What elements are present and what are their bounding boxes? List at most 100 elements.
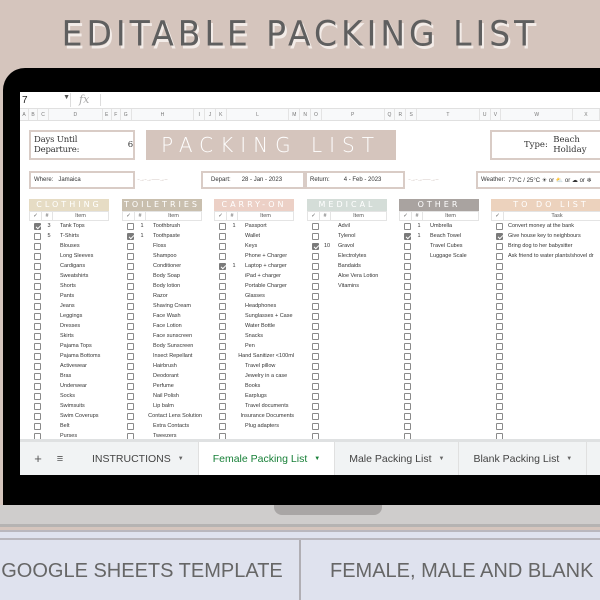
checkbox[interactable] — [496, 382, 503, 390]
column-header[interactable]: V — [491, 109, 502, 120]
column-header[interactable]: B — [29, 109, 39, 120]
add-sheet-icon[interactable]: + — [26, 451, 50, 466]
checkbox[interactable] — [127, 412, 134, 420]
item-quantity[interactable]: 1 — [414, 223, 424, 229]
item-name[interactable]: Gravol — [338, 243, 354, 249]
item-name[interactable]: T-Shirts — [60, 233, 79, 239]
column-header[interactable]: I — [194, 109, 206, 120]
item-quantity[interactable]: 1 — [229, 223, 239, 229]
item-name[interactable]: Blouses — [60, 243, 80, 249]
checkbox[interactable] — [127, 332, 134, 340]
column-header[interactable]: R — [395, 109, 407, 120]
column-header[interactable]: M — [289, 109, 301, 120]
chevron-down-icon[interactable]: ▼ — [63, 94, 70, 101]
checkbox[interactable] — [496, 362, 503, 370]
cell-reference-box[interactable]: 7 ▼ — [20, 94, 70, 106]
item-name[interactable]: Pajama Bottoms — [60, 353, 100, 359]
checkbox[interactable] — [34, 372, 41, 380]
checkbox[interactable] — [127, 262, 134, 270]
task-text[interactable]: Give house key to neighbours — [508, 233, 581, 239]
item-name[interactable]: Shampoo — [153, 253, 177, 259]
item-name[interactable]: Insect Repellant — [153, 353, 192, 359]
checkbox[interactable] — [219, 402, 226, 410]
checkbox[interactable] — [127, 322, 134, 330]
item-name[interactable]: Cardigans — [60, 263, 85, 269]
weather-field[interactable]: Weather: 77°C / 25°C ☀ or ⛅ or ☁ or ❄ — [476, 171, 600, 189]
checkbox[interactable] — [219, 282, 226, 290]
all-sheets-menu-icon[interactable]: ≡ — [50, 453, 70, 465]
item-quantity[interactable]: 10 — [322, 243, 332, 249]
checkbox[interactable] — [34, 352, 41, 360]
checkbox[interactable] — [312, 222, 319, 230]
item-name[interactable]: Phone + Charger — [245, 253, 287, 259]
checkbox[interactable] — [127, 272, 134, 280]
checkbox[interactable] — [312, 332, 319, 340]
checkbox[interactable] — [312, 342, 319, 350]
item-name[interactable]: Passport — [245, 223, 267, 229]
checkbox[interactable] — [312, 252, 319, 260]
checkbox[interactable] — [34, 312, 41, 320]
item-name[interactable]: Electrolytes — [338, 253, 366, 259]
item-name[interactable]: Swim Coverups — [60, 413, 99, 419]
column-header[interactable]: E — [103, 109, 112, 120]
item-name[interactable]: iPad + charger — [245, 273, 281, 279]
column-header[interactable]: N — [300, 109, 312, 120]
item-name[interactable]: Portable Charger — [245, 283, 287, 289]
checkbox[interactable] — [404, 322, 411, 330]
item-name[interactable]: Hairbrush — [153, 363, 177, 369]
sheet-tab-female-packing-list[interactable]: Female Packing List ▼ — [198, 442, 336, 475]
checkbox[interactable] — [404, 292, 411, 300]
checkbox[interactable] — [34, 332, 41, 340]
item-quantity[interactable]: 1 — [414, 233, 424, 239]
item-name[interactable]: Floss — [153, 243, 166, 249]
checkbox[interactable] — [404, 382, 411, 390]
item-name[interactable]: Laptop + charger — [245, 263, 287, 269]
checkbox[interactable] — [496, 312, 503, 320]
item-name[interactable]: Razor — [153, 293, 168, 299]
checkbox[interactable] — [219, 312, 226, 320]
checkbox[interactable] — [496, 262, 503, 270]
item-name[interactable]: Hand Sanitizer <100ml — [238, 353, 294, 359]
item-quantity[interactable]: 1 — [137, 233, 147, 239]
item-name[interactable]: Nail Polish — [153, 393, 179, 399]
item-name[interactable]: Pajama Tops — [60, 343, 92, 349]
sheet-tab-blank-packing-list[interactable]: Blank Packing List ▼ — [459, 442, 588, 475]
checkbox-checked[interactable] — [219, 262, 226, 270]
column-header[interactable]: A — [20, 109, 30, 120]
formula-input[interactable] — [100, 94, 600, 106]
checkbox[interactable] — [404, 412, 411, 420]
checkbox[interactable] — [34, 252, 41, 260]
checkbox[interactable] — [404, 372, 411, 380]
checkbox[interactable] — [496, 242, 503, 250]
item-name[interactable]: Swimsuits — [60, 403, 85, 409]
item-quantity[interactable]: 1 — [137, 223, 147, 229]
checkbox[interactable] — [34, 282, 41, 290]
item-name[interactable]: Vitamins — [338, 283, 359, 289]
checkbox[interactable] — [219, 272, 226, 280]
item-quantity[interactable]: 3 — [44, 223, 54, 229]
checkbox[interactable] — [404, 332, 411, 340]
item-name[interactable]: Beach Towel — [430, 233, 461, 239]
column-header[interactable]: K — [216, 109, 227, 120]
checkbox[interactable] — [219, 302, 226, 310]
chevron-down-icon[interactable]: ▼ — [439, 456, 445, 462]
days-until-departure[interactable]: Days Until Departure: 6 — [29, 130, 135, 160]
checkbox[interactable] — [127, 292, 134, 300]
column-header[interactable]: U — [480, 109, 491, 120]
item-name[interactable]: Keys — [245, 243, 257, 249]
item-name[interactable]: Earplugs — [245, 393, 267, 399]
checkbox-checked[interactable] — [404, 232, 411, 240]
checkbox[interactable] — [34, 412, 41, 420]
item-name[interactable]: Socks — [60, 393, 75, 399]
trip-type[interactable]: Type: Beach Holiday — [490, 130, 600, 160]
item-name[interactable]: Toothpaste — [153, 233, 180, 239]
column-header[interactable]: D — [49, 109, 103, 120]
checkbox[interactable] — [404, 312, 411, 320]
checkbox[interactable] — [34, 392, 41, 400]
item-name[interactable]: Books — [245, 383, 260, 389]
checkbox[interactable] — [312, 322, 319, 330]
item-name[interactable]: Travel Cubes — [430, 243, 463, 249]
checkbox[interactable] — [312, 422, 319, 430]
checkbox[interactable] — [312, 392, 319, 400]
checkbox[interactable] — [312, 282, 319, 290]
